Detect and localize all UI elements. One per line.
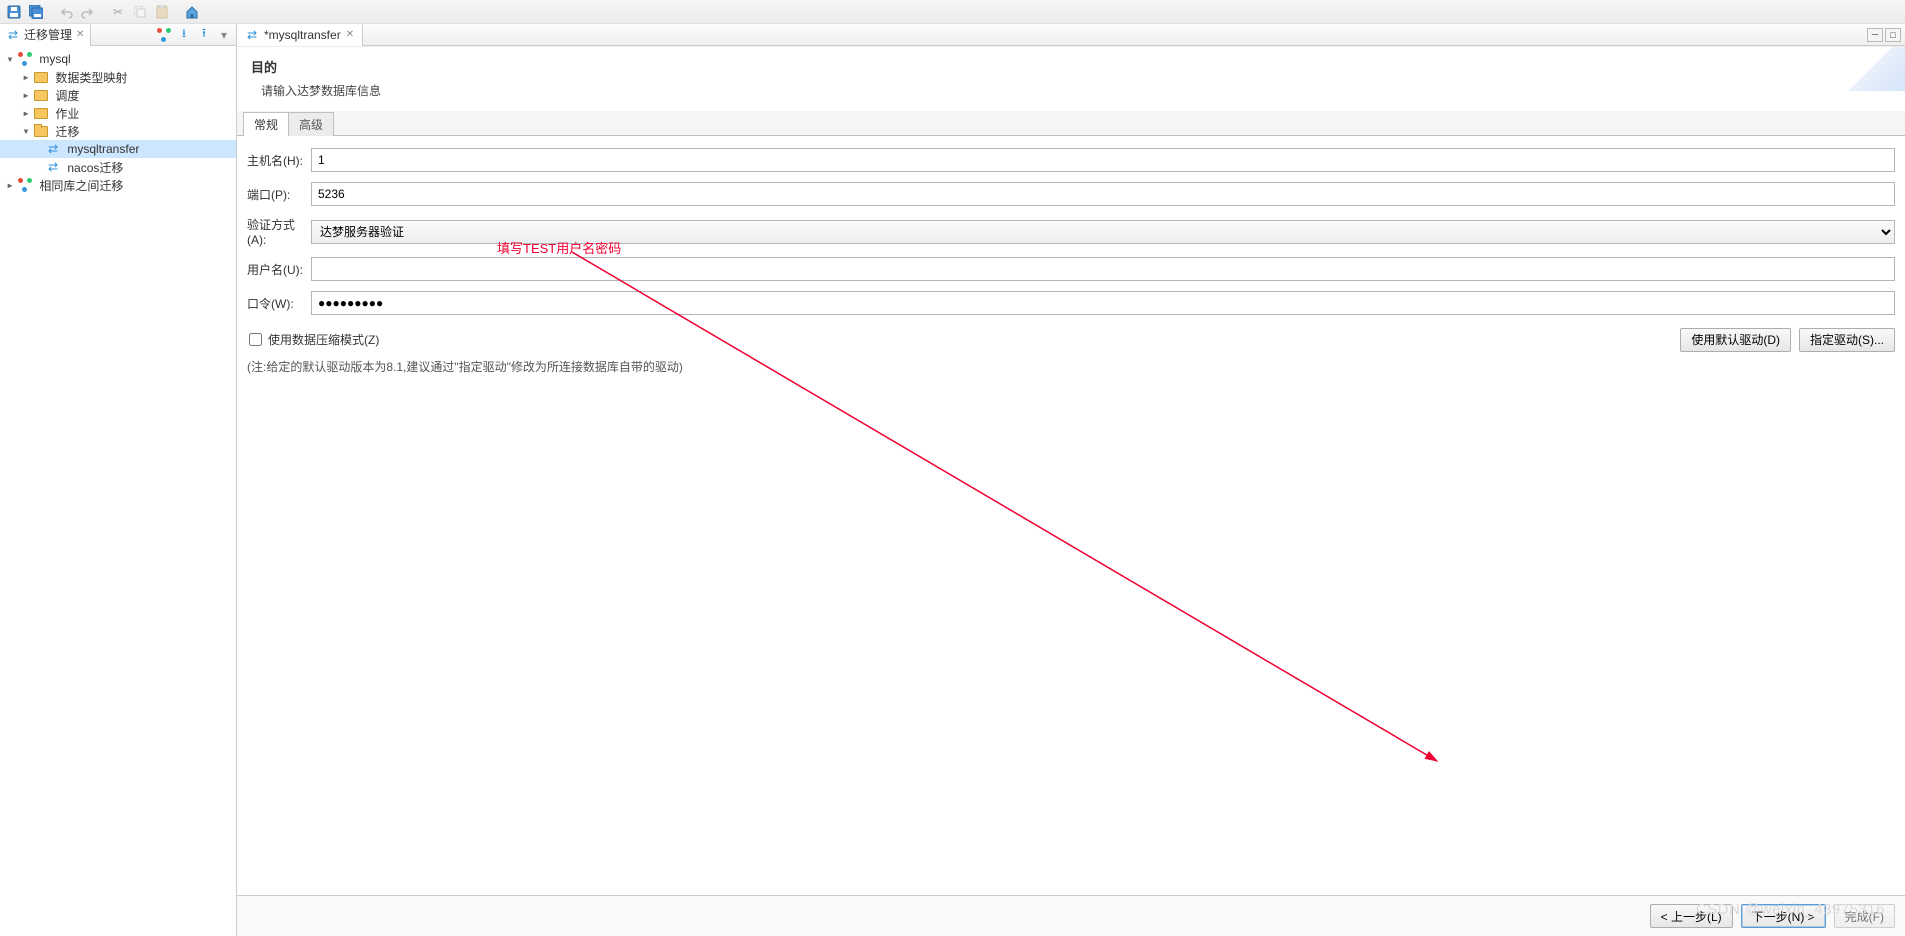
finish-button[interactable]: 完成(F)	[1834, 904, 1895, 928]
close-icon[interactable]: ✕	[346, 29, 354, 40]
tree-item-types[interactable]: ▸ 数据类型映射	[0, 68, 236, 86]
import-icon[interactable]: ⭳	[176, 27, 192, 43]
refresh-icon[interactable]	[156, 27, 172, 43]
sub-tab-general[interactable]: 常规	[243, 112, 289, 136]
wizard: 目的 请输入达梦数据库信息 常规 高级 主机名(H): 端口(P):	[237, 46, 1905, 936]
sidebar-tab-label: 迁移管理	[24, 26, 72, 43]
transfer-icon: ⇄	[245, 28, 259, 42]
wizard-title: 目的	[251, 57, 1891, 76]
cut-icon[interactable]: ✂	[108, 2, 128, 22]
label-password: 口令(W):	[247, 295, 311, 312]
next-button[interactable]: 下一步(N) >	[1741, 904, 1826, 928]
tree-item-schedule[interactable]: ▸ 调度	[0, 86, 236, 104]
compress-label: 使用数据压缩模式(Z)	[268, 331, 379, 348]
home-icon[interactable]	[182, 2, 202, 22]
copy-icon[interactable]	[130, 2, 150, 22]
transfer-icon: ⇄	[46, 160, 60, 174]
transfer-icon: ⇄	[46, 142, 60, 156]
label-auth: 验证方式(A):	[247, 216, 311, 247]
back-button[interactable]: < 上一步(L)	[1650, 904, 1733, 928]
redo-icon[interactable]	[78, 2, 98, 22]
header-decoration	[1845, 47, 1905, 91]
wizard-subtitle: 请输入达梦数据库信息	[251, 82, 1891, 99]
sidebar-tab-migration[interactable]: ⇄ 迁移管理 ✕	[0, 24, 91, 46]
save-all-icon[interactable]	[26, 2, 46, 22]
wizard-header: 目的 请输入达梦数据库信息	[237, 47, 1905, 111]
sidebar-tabbar: ⇄ 迁移管理 ✕ ⭳ ⭱ ▾	[0, 24, 236, 46]
tree-leaf-nacos[interactable]: ⇄ nacos迁移	[0, 158, 236, 176]
undo-icon[interactable]	[56, 2, 76, 22]
compress-checkbox[interactable]	[249, 333, 262, 346]
default-driver-button[interactable]: 使用默认驱动(D)	[1680, 328, 1791, 352]
port-field[interactable]	[311, 182, 1895, 206]
migration-mgr-icon: ⇄	[6, 28, 20, 42]
sidebar: ⇄ 迁移管理 ✕ ⭳ ⭱ ▾ ▾ mysql ▸ 数据类型映射 ▸ 调度 ▸ 作…	[0, 24, 237, 936]
wizard-footer: < 上一步(L) 下一步(N) > 完成(F)	[237, 895, 1905, 936]
app-toolbar: ✂	[0, 0, 1905, 24]
tree-root[interactable]: ▾ mysql	[0, 50, 236, 68]
sub-tab-advanced[interactable]: 高级	[288, 112, 334, 136]
editor-tabbar: ⇄ *mysqltransfer ✕ － □	[237, 24, 1905, 46]
tree-item-jobs[interactable]: ▸ 作业	[0, 104, 236, 122]
maximize-icon[interactable]: □	[1885, 28, 1901, 42]
editor-tab-mysqltransfer[interactable]: ⇄ *mysqltransfer ✕	[237, 24, 363, 46]
password-field[interactable]	[311, 291, 1895, 315]
tree-leaf-mysqltransfer[interactable]: ⇄ mysqltransfer	[0, 140, 236, 158]
minimize-icon[interactable]: －	[1867, 28, 1883, 42]
driver-note: (注:给定的默认驱动版本为8.1,建议通过"指定驱动"修改为所连接数据库自带的驱…	[247, 358, 1895, 375]
export-icon[interactable]: ⭱	[196, 27, 212, 43]
paste-icon[interactable]	[152, 2, 172, 22]
host-field[interactable]	[311, 148, 1895, 172]
collapse-all-icon[interactable]: ▾	[216, 27, 232, 43]
label-user: 用户名(U):	[247, 261, 311, 278]
editor-tab-label: *mysqltransfer	[264, 28, 341, 42]
specify-driver-button[interactable]: 指定驱动(S)...	[1799, 328, 1895, 352]
wizard-sub-tabs: 常规 高级	[237, 111, 1905, 136]
tree-sibling[interactable]: ▸ 相同库之间迁移	[0, 176, 236, 194]
tree: ▾ mysql ▸ 数据类型映射 ▸ 调度 ▸ 作业 ▾ 迁移 ⇄ mysqlt…	[0, 46, 236, 936]
save-icon[interactable]	[4, 2, 24, 22]
close-icon[interactable]: ✕	[76, 29, 84, 40]
user-field[interactable]	[311, 257, 1895, 281]
label-host: 主机名(H):	[247, 152, 311, 169]
tree-item-migration[interactable]: ▾ 迁移	[0, 122, 236, 140]
form-area: 主机名(H): 端口(P): 验证方式(A): 达梦服务器验证 用户名(U):	[237, 136, 1905, 381]
label-port: 端口(P):	[247, 186, 311, 203]
editor-area: ⇄ *mysqltransfer ✕ － □ 目的 请输入达梦数据库信息 常规	[237, 24, 1905, 936]
auth-select[interactable]: 达梦服务器验证	[311, 220, 1895, 244]
